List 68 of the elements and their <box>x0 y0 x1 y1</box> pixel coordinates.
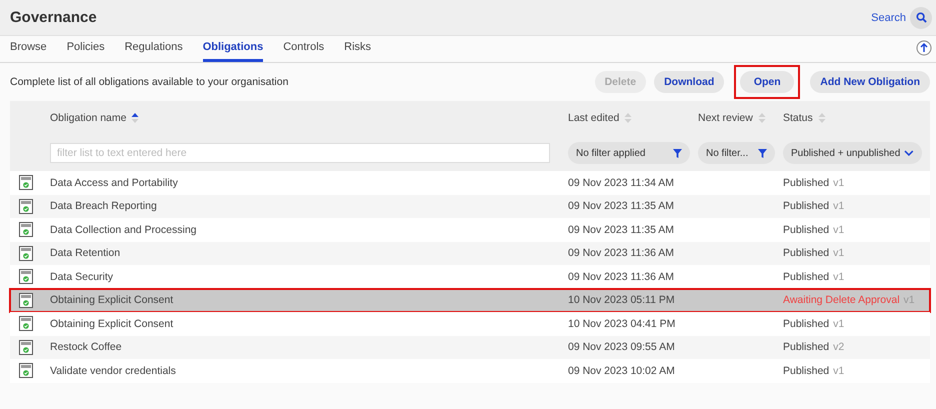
tab[interactable]: Policies <box>66 41 105 62</box>
column-header[interactable]: Obligation name <box>50 112 126 124</box>
obligation-name: Restock Coffee <box>50 341 123 354</box>
filter-icon <box>673 148 682 158</box>
last-edited-date: 09 Nov 2023 11:35 AM <box>568 200 676 212</box>
name-filter-field[interactable]: filter list to text entered here <box>50 143 550 163</box>
obligation-name: Data Retention <box>50 247 122 260</box>
status-text: Published v1 <box>783 318 846 330</box>
table-row[interactable]: Data Collection and Processing 09 Nov 2023 11:35 AM Published v1 <box>10 218 930 242</box>
last-edited-date: 10 Nov 2023 04:41 PM <box>568 318 676 330</box>
column-header[interactable]: Last edited <box>568 112 620 124</box>
document-icon <box>19 269 33 284</box>
status-text: Published v1 <box>783 224 846 236</box>
document-icon <box>19 292 33 308</box>
status-text: Published v1 <box>783 200 846 212</box>
last-edited-date: 09 Nov 2023 11:34 AM <box>568 176 676 189</box>
sort-icon[interactable] <box>131 112 140 124</box>
table-row[interactable]: Data Breach Reporting 09 Nov 2023 11:35 AM Published v1 <box>10 194 930 218</box>
status-text: Published v1 <box>783 247 846 260</box>
search-link[interactable]: Search <box>871 12 906 24</box>
tab[interactable]: Risks <box>344 41 372 62</box>
list-description: Complete list of all obligations available to your organisation <box>10 76 290 88</box>
document-icon <box>19 340 33 355</box>
last-edited-date: 09 Nov 2023 10:02 AM <box>568 364 676 377</box>
table-row[interactable]: Validate vendor credentials 09 Nov 2023 10:02 AM Published v1 <box>10 359 930 382</box>
obligation-name: Data Collection and Processing <box>50 224 198 236</box>
tab[interactable]: Browse <box>10 41 47 62</box>
chevron-icon <box>904 150 914 156</box>
column-header[interactable]: Status <box>783 112 813 124</box>
app-title: Governance <box>10 9 97 26</box>
document-icon <box>19 363 33 378</box>
document-icon <box>19 316 33 332</box>
last-edited-date: 09 Nov 2023 11:36 AM <box>568 270 676 283</box>
status-text: Published v1 <box>783 364 846 377</box>
table-row[interactable]: Data Access and Portability 09 Nov 2023 11:34 AM Published v1 <box>10 171 930 194</box>
table-row[interactable]: Restock Coffee 09 Nov 2023 09:55 AM Published v2 <box>10 336 930 359</box>
tab[interactable]: Controls <box>283 41 324 62</box>
last-edited-date: 09 Nov 2023 11:35 AM <box>568 224 676 236</box>
column-header[interactable]: Next review <box>698 112 753 124</box>
action-button[interactable]: Open <box>740 71 794 93</box>
action-button[interactable]: Download <box>654 71 724 93</box>
last-edited-filter[interactable]: No filter applied <box>568 142 690 164</box>
document-icon <box>19 198 33 214</box>
obligation-name: Data Access and Portability <box>50 176 179 189</box>
status-dropdown[interactable]: Published + unpublished <box>783 142 922 164</box>
search-icon[interactable] <box>910 6 932 28</box>
table-row[interactable]: Data Security 09 Nov 2023 11:36 AM Published v1 <box>10 265 930 288</box>
table-row[interactable]: Data Retention 09 Nov 2023 11:36 AM Published v1 <box>10 242 930 265</box>
last-edited-date: 09 Nov 2023 09:55 AM <box>568 341 676 354</box>
status-text: Published v1 <box>783 176 846 189</box>
next-review-filter[interactable]: No filter... <box>698 142 775 164</box>
filter-icon <box>758 148 767 158</box>
tab[interactable]: Regulations <box>124 41 183 62</box>
action-button[interactable]: Add New Obligation <box>810 71 930 93</box>
document-icon <box>19 246 33 261</box>
document-icon <box>19 222 33 238</box>
last-edited-date: 09 Nov 2023 11:36 AM <box>568 247 676 260</box>
status-text: Published v2 <box>783 341 846 354</box>
obligation-name: Data Security <box>50 270 114 283</box>
obligation-name: Validate vendor credentials <box>50 364 177 377</box>
obligation-name: Obtaining Explicit Consent <box>50 318 174 330</box>
status-text: Published v1 <box>783 270 846 283</box>
obligation-name: Obtaining Explicit Consent <box>50 294 174 306</box>
last-edited-date: 10 Nov 2023 05:11 PM <box>568 294 676 306</box>
obligation-name: Data Breach Reporting <box>50 200 158 212</box>
table-row[interactable]: Obtaining Explicit Consent 10 Nov 2023 04:41 PM Published v1 <box>10 312 930 336</box>
document-icon <box>19 175 33 190</box>
upload-icon[interactable] <box>916 40 932 56</box>
